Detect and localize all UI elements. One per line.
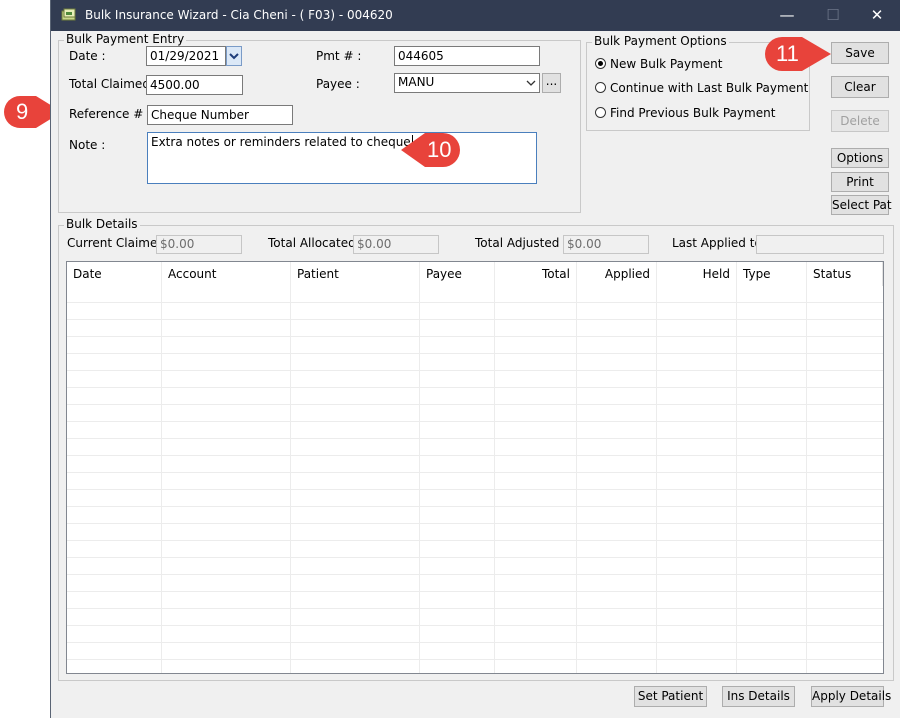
continue-last-bulk-payment-label[interactable]: Continue with Last Bulk Payment [610, 81, 808, 95]
table-row[interactable] [67, 371, 883, 388]
save-button[interactable]: Save [831, 42, 889, 64]
column-total[interactable]: Total [495, 262, 577, 286]
bulk-details-grid[interactable]: Date Account Patient Payee Total Applied… [66, 261, 884, 674]
payee-value: MANU [398, 75, 435, 89]
table-row[interactable] [67, 558, 883, 575]
date-label: Date : [69, 49, 106, 63]
print-button[interactable]: Print [831, 172, 889, 192]
payee-select[interactable]: MANU [394, 73, 540, 93]
new-bulk-payment-radio[interactable] [595, 58, 606, 69]
column-divider [656, 262, 657, 673]
total-allocated-label: Total Allocated : [268, 236, 364, 250]
column-type[interactable]: Type [737, 262, 807, 286]
table-row[interactable] [67, 609, 883, 626]
bulk-details-label: Bulk Details [64, 217, 140, 231]
grid-header: Date Account Patient Payee Total Applied… [67, 262, 883, 286]
table-row[interactable] [67, 422, 883, 439]
column-payee[interactable]: Payee [420, 262, 495, 286]
options-button[interactable]: Options [831, 148, 889, 168]
column-applied[interactable]: Applied [577, 262, 657, 286]
column-date[interactable]: Date [67, 262, 162, 286]
callout-10-number: 10 [427, 137, 452, 162]
chevron-down-icon [526, 80, 536, 86]
column-divider [494, 262, 495, 673]
callout-10: 10 [399, 128, 463, 172]
table-row[interactable] [67, 490, 883, 507]
last-applied-label: Last Applied to: [672, 236, 766, 250]
new-bulk-payment-label[interactable]: New Bulk Payment [610, 57, 722, 71]
column-divider [419, 262, 420, 673]
bulk-insurance-wizard-window: Bulk Insurance Wizard - Cia Cheni - ( F0… [50, 0, 900, 718]
column-divider [290, 262, 291, 673]
reference-label: Reference # : [69, 107, 152, 121]
column-patient[interactable]: Patient [291, 262, 420, 286]
select-pat-button[interactable]: Select Pat [831, 195, 892, 215]
table-row[interactable] [67, 507, 883, 524]
last-applied-field [756, 235, 884, 254]
app-icon [61, 8, 76, 21]
date-picker-button[interactable] [226, 46, 242, 66]
note-label: Note : [69, 138, 106, 152]
title-bar[interactable]: Bulk Insurance Wizard - Cia Cheni - ( F0… [51, 0, 900, 31]
payee-browse-button[interactable]: ... [542, 73, 561, 93]
pmt-number-field[interactable]: 044605 [394, 46, 540, 66]
table-row[interactable] [67, 405, 883, 422]
table-row[interactable] [67, 660, 883, 673]
total-allocated-field: $0.00 [353, 235, 439, 254]
bulk-payment-options-label: Bulk Payment Options [592, 34, 729, 48]
find-previous-bulk-payment-radio[interactable] [595, 107, 606, 118]
column-held[interactable]: Held [657, 262, 737, 286]
apply-details-button[interactable]: Apply Details [811, 686, 891, 707]
callout-11: 11 [763, 34, 833, 74]
ins-details-button[interactable]: Ins Details [722, 686, 795, 707]
bulk-payment-entry-label: Bulk Payment Entry [64, 32, 187, 46]
table-row[interactable] [67, 320, 883, 337]
payee-label: Payee : [316, 77, 360, 91]
column-divider [576, 262, 577, 673]
total-claimed-field[interactable]: 4500.00 [146, 75, 243, 95]
current-claimed-field: $0.00 [156, 235, 242, 254]
table-row[interactable] [67, 388, 883, 405]
table-row[interactable] [67, 541, 883, 558]
date-field[interactable]: 01/29/2021 [146, 46, 226, 66]
table-row[interactable] [67, 643, 883, 660]
table-row[interactable] [67, 303, 883, 320]
column-status[interactable]: Status [807, 262, 883, 286]
close-button[interactable]: ✕ [854, 0, 900, 31]
table-row[interactable] [67, 439, 883, 456]
chevron-down-icon [229, 53, 239, 60]
reference-field[interactable]: Cheque Number [147, 105, 293, 125]
table-row[interactable] [67, 626, 883, 643]
find-previous-bulk-payment-label[interactable]: Find Previous Bulk Payment [610, 106, 775, 120]
column-divider [736, 262, 737, 673]
column-account[interactable]: Account [162, 262, 291, 286]
pmt-label: Pmt # : [316, 49, 362, 63]
table-row[interactable] [67, 592, 883, 609]
delete-button[interactable]: Delete [831, 110, 889, 132]
total-adjusted-label: Total Adjusted : [475, 236, 568, 250]
table-row[interactable] [67, 575, 883, 592]
set-patient-button[interactable]: Set Patient [634, 686, 707, 707]
total-claimed-label: Total Claimed : [69, 77, 158, 91]
note-text: Extra notes or reminders related to cheq… [151, 135, 411, 149]
table-row[interactable] [67, 524, 883, 541]
table-row[interactable] [67, 473, 883, 490]
continue-last-bulk-payment-radio[interactable] [595, 82, 606, 93]
callout-11-number: 11 [776, 41, 799, 66]
table-row[interactable] [67, 354, 883, 371]
column-divider [806, 262, 807, 673]
table-row[interactable] [67, 286, 883, 303]
note-field[interactable]: Extra notes or reminders related to cheq… [147, 132, 537, 184]
callout-9-number: 9 [16, 99, 29, 124]
table-row[interactable] [67, 456, 883, 473]
minimize-button[interactable]: — [764, 0, 810, 31]
column-divider [161, 262, 162, 673]
maximize-button[interactable]: ☐ [810, 0, 856, 31]
window-title: Bulk Insurance Wizard - Cia Cheni - ( F0… [85, 8, 393, 22]
table-row[interactable] [67, 337, 883, 354]
clear-button[interactable]: Clear [831, 76, 889, 98]
total-adjusted-field: $0.00 [563, 235, 649, 254]
